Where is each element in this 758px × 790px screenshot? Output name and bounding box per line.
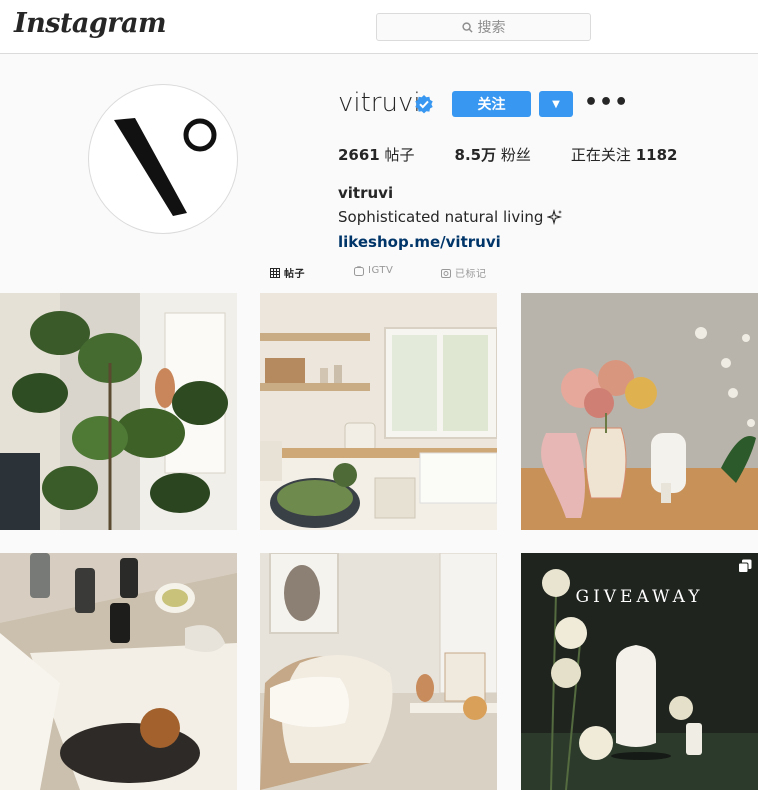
bio-name: vitruvi	[338, 184, 394, 202]
post-image	[260, 553, 497, 790]
vitruvi-logo-icon	[114, 118, 217, 216]
post-image	[0, 293, 237, 530]
sparkles-icon	[547, 209, 563, 225]
post-thumbnail[interactable]	[521, 293, 758, 530]
search-placeholder: 搜索	[477, 20, 506, 36]
search-input[interactable]: 搜索	[376, 13, 591, 41]
follow-button[interactable]: 关注	[452, 91, 531, 117]
verified-badge-icon	[415, 95, 433, 114]
post-thumbnail[interactable]	[260, 553, 497, 790]
multiple-posts-icon	[738, 559, 752, 573]
tab-igtv[interactable]: IGTV	[354, 265, 393, 276]
profile-tabs: 帖子 IGTV 已标记	[0, 262, 758, 282]
post-thumbnail[interactable]	[0, 293, 237, 530]
triangle-down-icon: ▼	[552, 98, 560, 110]
stat-followers[interactable]: 8.5万 粉丝	[455, 144, 531, 165]
igtv-icon	[354, 265, 364, 276]
search-icon	[461, 21, 473, 33]
tagged-icon	[441, 268, 451, 278]
post-thumbnail[interactable]	[0, 553, 237, 790]
suggestions-dropdown-button[interactable]: ▼	[539, 91, 573, 117]
tab-posts[interactable]: 帖子	[270, 265, 305, 280]
post-thumbnail[interactable]	[260, 293, 497, 530]
post-thumbnail[interactable]: GIVEAWAY	[521, 553, 758, 790]
bio-link[interactable]: likeshop.me/vitruvi	[338, 233, 501, 251]
giveaway-overlay-text: GIVEAWAY	[575, 587, 704, 607]
profile-stats: 2661 帖子 8.5万 粉丝 正在关注 1182	[338, 144, 717, 165]
instagram-logo[interactable]: Instagram	[14, 8, 167, 39]
more-options-icon[interactable]: •••	[584, 92, 629, 114]
top-navigation-bar: Instagram 搜索	[0, 0, 758, 54]
post-image	[0, 553, 237, 790]
grid-icon	[270, 267, 280, 278]
stat-posts[interactable]: 2661 帖子	[338, 144, 415, 165]
tab-tagged[interactable]: 已标记	[441, 265, 487, 280]
post-image	[260, 293, 497, 530]
profile-avatar[interactable]	[88, 84, 238, 234]
post-image	[521, 293, 758, 530]
bio-text: Sophisticated natural living	[338, 208, 563, 226]
profile-username: vitruvi	[338, 88, 421, 118]
stat-following[interactable]: 正在关注 1182	[571, 144, 678, 165]
